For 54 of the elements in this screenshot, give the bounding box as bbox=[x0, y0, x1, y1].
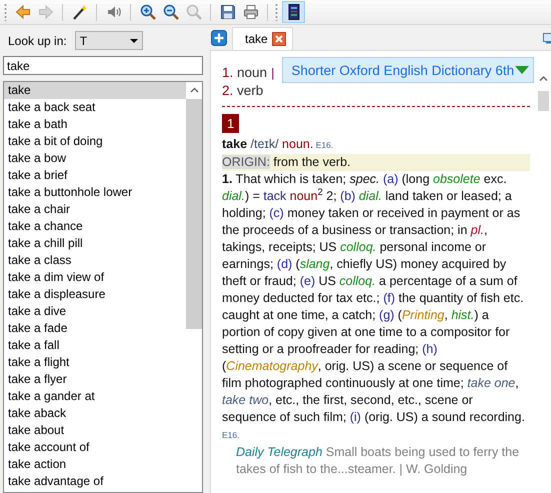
scrollbar-thumb[interactable] bbox=[186, 99, 202, 329]
part-of-speech-link[interactable]: 1. noun bbox=[222, 64, 268, 82]
word-list-item[interactable]: take a bow bbox=[4, 150, 186, 167]
word-list-item[interactable]: take a displeasure bbox=[4, 286, 186, 303]
tab[interactable]: take bbox=[232, 26, 293, 50]
word-list-item[interactable]: take a flight bbox=[4, 354, 186, 371]
word-list-item[interactable]: take a gander at bbox=[4, 388, 186, 405]
word-list-item[interactable]: take account of bbox=[4, 439, 186, 456]
word-list-item[interactable]: take action bbox=[4, 456, 186, 473]
word-list-item[interactable]: take a buttonhole lower bbox=[4, 184, 186, 201]
headword-line: take /teɪk/ noun. E16. bbox=[222, 136, 334, 153]
printer-icon bbox=[242, 4, 258, 20]
word-list-item[interactable]: take a dive bbox=[4, 303, 186, 320]
word-list-item[interactable]: take about bbox=[4, 422, 186, 439]
word-list-item[interactable]: take a brief bbox=[4, 167, 186, 184]
word-list-item[interactable]: take a bit of doing bbox=[4, 133, 186, 150]
search-field[interactable]: take bbox=[3, 56, 203, 75]
word-list-item[interactable]: take a bath bbox=[4, 116, 186, 133]
word-list-item[interactable]: take a chill pill bbox=[4, 235, 186, 252]
dictionary-selector[interactable]: Shorter Oxford English Dictionary 6th bbox=[282, 57, 534, 83]
sense-definition: 1. That which is taken; spec. (a) (long obsolete exc. dial.) = tack noun$^{2}$ 2; (b) dial. land taken or leased; a holding; (c) money taken or received in payment or as the proceeds of a business or transaction; in pl., takings, receipts; US colloq. personal income or earnings; (d) (slang, chiefly US) money acquired by theft or fraud; (e) US colloq. a percentage of a sum of money deducted for tax etc.; (f) the quantity of fish etc. caught at one time, a catch; (g) (Printing, hist.) a portion of copy given at one time to a compositor for setting or a proofreader for reading; (h) (Cinematography, orig. US) a scene or sequence of film photographed continuously at one time; take one, take two, etc., the first, second, etc., scene or sequence of such film; (i) (orig. US) a sound recording. E16. bbox=[222, 171, 526, 442]
zoom-out-icon bbox=[162, 4, 178, 20]
scrollbar-thumb[interactable] bbox=[538, 91, 549, 111]
word-list-item[interactable]: take bbox=[4, 82, 186, 99]
book-icon bbox=[286, 4, 302, 20]
speaker-icon bbox=[106, 4, 122, 20]
word-list-item[interactable]: take aback bbox=[4, 405, 186, 422]
part-of-speech-link[interactable]: 2. verb bbox=[222, 82, 264, 100]
caret-icon bbox=[130, 38, 138, 42]
word-list-item[interactable]: take a fall bbox=[4, 337, 186, 354]
add-tab-icon[interactable] bbox=[211, 30, 227, 46]
magic-wand-icon bbox=[72, 4, 88, 20]
sense-number-badge: 1 bbox=[222, 114, 240, 133]
right-arrow-icon bbox=[38, 4, 54, 20]
word-list-item[interactable]: take a chair bbox=[4, 201, 186, 218]
close-icon[interactable] bbox=[272, 32, 286, 46]
word-list-item[interactable]: take a class bbox=[4, 252, 186, 269]
scroll-up-icon[interactable] bbox=[538, 75, 549, 82]
scroll-up-icon[interactable] bbox=[190, 86, 198, 92]
word-list-item[interactable]: take a dim view of bbox=[4, 269, 186, 286]
caret-icon bbox=[515, 66, 530, 74]
word-list-item[interactable]: take a chance bbox=[4, 218, 186, 235]
word-list-item[interactable]: take a fade bbox=[4, 320, 186, 337]
word-list-item[interactable]: take advantage of bbox=[4, 473, 186, 490]
toolbar-button[interactable] bbox=[282, 1, 305, 23]
left-arrow-icon bbox=[14, 4, 30, 20]
zoom-in-icon bbox=[140, 4, 156, 20]
lookup-label: Look up in: bbox=[8, 32, 67, 50]
separator-text: | bbox=[271, 65, 274, 82]
quotation: Daily Telegraph Small boats being used to ferry the takes of fish to the...steamer. | W. Golding bbox=[235, 444, 520, 478]
magnifier-icon bbox=[186, 4, 202, 20]
dictionary-dropdown[interactable]: T bbox=[74, 31, 143, 50]
word-list-item[interactable]: take a flyer bbox=[4, 371, 186, 388]
word-list-item[interactable]: take a back seat bbox=[4, 99, 186, 116]
